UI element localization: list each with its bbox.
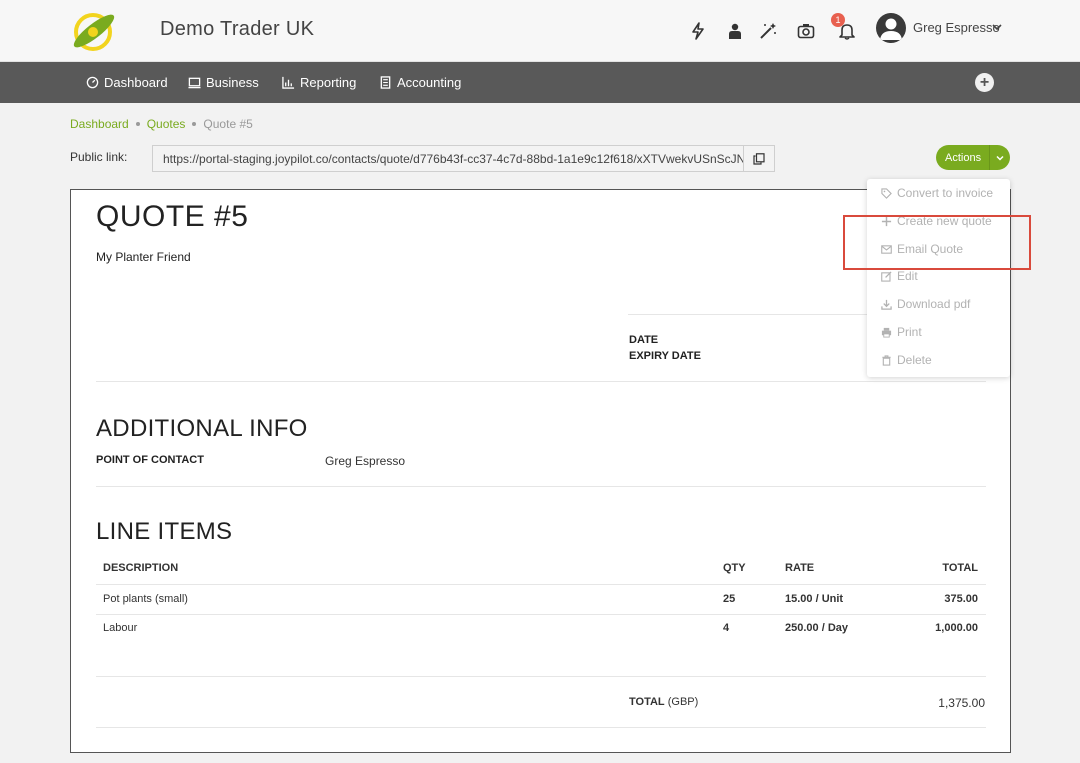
- logo-icon[interactable]: [68, 10, 120, 52]
- divider: [96, 381, 986, 382]
- quote-client: My Planter Friend: [96, 250, 191, 264]
- chevron-down-icon[interactable]: [990, 20, 1004, 34]
- divider: [96, 584, 986, 585]
- column-header-rate: RATE: [785, 562, 815, 574]
- menu-item-label: Edit: [897, 269, 918, 283]
- add-new-button[interactable]: +: [975, 73, 994, 92]
- divider: [96, 676, 986, 677]
- row-2-total: 1,000.00: [935, 622, 978, 634]
- nav-accounting[interactable]: Accounting: [379, 62, 461, 103]
- chevron-down-icon[interactable]: [990, 153, 1010, 163]
- line-items-title: LINE ITEMS: [96, 518, 233, 545]
- actions-label: Actions: [945, 151, 982, 164]
- menu-item-convert-to-invoice[interactable]: Convert to invoice: [881, 184, 993, 202]
- row-2-qty: 4: [723, 622, 730, 634]
- nav-business[interactable]: Business: [188, 62, 259, 103]
- plus-icon: +: [979, 73, 990, 91]
- copy-link-button[interactable]: [743, 145, 775, 172]
- menu-item-delete[interactable]: Delete: [881, 351, 932, 369]
- copy-icon: [753, 152, 765, 165]
- edit-icon: [881, 270, 892, 282]
- additional-info-title: ADDITIONAL INFO: [96, 415, 308, 442]
- quote-title: QUOTE #5: [96, 200, 249, 233]
- dashboard-icon: [86, 76, 99, 89]
- public-link-label: Public link:: [70, 150, 128, 164]
- notification-badge: 1: [831, 13, 845, 27]
- user-avatar-icon[interactable]: [876, 13, 906, 43]
- row-1-description: Pot plants (small): [103, 593, 188, 605]
- breadcrumb: Dashboard Quotes Quote #5: [70, 117, 253, 131]
- row-2-description: Labour: [103, 622, 138, 634]
- row-2-rate: 250.00 / Day: [785, 622, 848, 634]
- menu-item-print[interactable]: Print: [881, 323, 922, 341]
- row-1-qty: 25: [723, 593, 736, 605]
- breadcrumb-separator: [192, 122, 197, 126]
- total-currency: (GBP): [667, 696, 699, 708]
- download-icon: [881, 299, 892, 310]
- divider: [96, 486, 986, 487]
- expiry-date-label: EXPIRY DATE: [629, 350, 701, 362]
- breadcrumb-dashboard[interactable]: Dashboard: [70, 117, 129, 131]
- nav-label: Dashboard: [104, 75, 168, 90]
- business-icon: [188, 77, 201, 89]
- nav-dashboard[interactable]: Dashboard: [86, 62, 168, 103]
- row-1-rate: 15.00 / Unit: [785, 593, 844, 605]
- breadcrumb-quotes[interactable]: Quotes: [147, 117, 186, 131]
- print-icon: [881, 327, 892, 338]
- divider: [96, 727, 986, 728]
- email-quote-highlight: [843, 215, 1031, 270]
- contact-icon[interactable]: [724, 20, 746, 42]
- public-link-field[interactable]: https://portal-staging.joypilot.co/conta…: [152, 145, 744, 172]
- chart-icon: [282, 76, 295, 89]
- nav-label: Reporting: [300, 75, 357, 90]
- camera-icon[interactable]: [795, 20, 817, 42]
- actions-button[interactable]: Actions: [936, 145, 1010, 170]
- tag-icon: [881, 187, 892, 199]
- total-label-text: TOTAL: [629, 696, 665, 708]
- breadcrumb-current: Quote #5: [203, 117, 253, 131]
- date-label: DATE: [629, 334, 659, 346]
- divider: [96, 614, 986, 615]
- actions-menu: Convert to invoice Create new quote Emai…: [867, 179, 1010, 377]
- company-name: Demo Trader UK: [160, 18, 315, 40]
- column-header-description: DESCRIPTION: [103, 562, 179, 574]
- nav-label: Accounting: [397, 75, 462, 90]
- lightning-icon[interactable]: [687, 20, 709, 42]
- menu-item-label: Convert to invoice: [897, 186, 994, 200]
- row-1-total: 375.00: [944, 593, 978, 605]
- point-of-contact-value: Greg Espresso: [325, 454, 406, 468]
- menu-item-download-pdf[interactable]: Download pdf: [881, 295, 970, 313]
- menu-item-label: Delete: [897, 353, 932, 367]
- point-of-contact-label: POINT OF CONTACT: [96, 454, 204, 466]
- nav-label: Business: [206, 75, 259, 90]
- calculator-icon: [380, 76, 391, 89]
- nav-reporting[interactable]: Reporting: [282, 62, 356, 103]
- top-header: Demo Trader UK 1 Greg Espresso: [0, 0, 1080, 62]
- column-header-qty: QTY: [723, 562, 746, 574]
- trash-icon: [882, 354, 891, 366]
- breadcrumb-separator: [135, 122, 140, 126]
- magic-wand-icon[interactable]: [757, 20, 779, 42]
- total-value: 1,375.00: [938, 696, 985, 710]
- main-nav: Dashboard Business Reporting Accounting: [0, 62, 1080, 103]
- total-label: TOTAL (GBP): [629, 696, 698, 708]
- menu-item-label: Print: [897, 325, 922, 339]
- column-header-total: TOTAL: [942, 562, 978, 574]
- user-name[interactable]: Greg Espresso: [913, 20, 1000, 35]
- menu-item-label: Download pdf: [897, 297, 971, 311]
